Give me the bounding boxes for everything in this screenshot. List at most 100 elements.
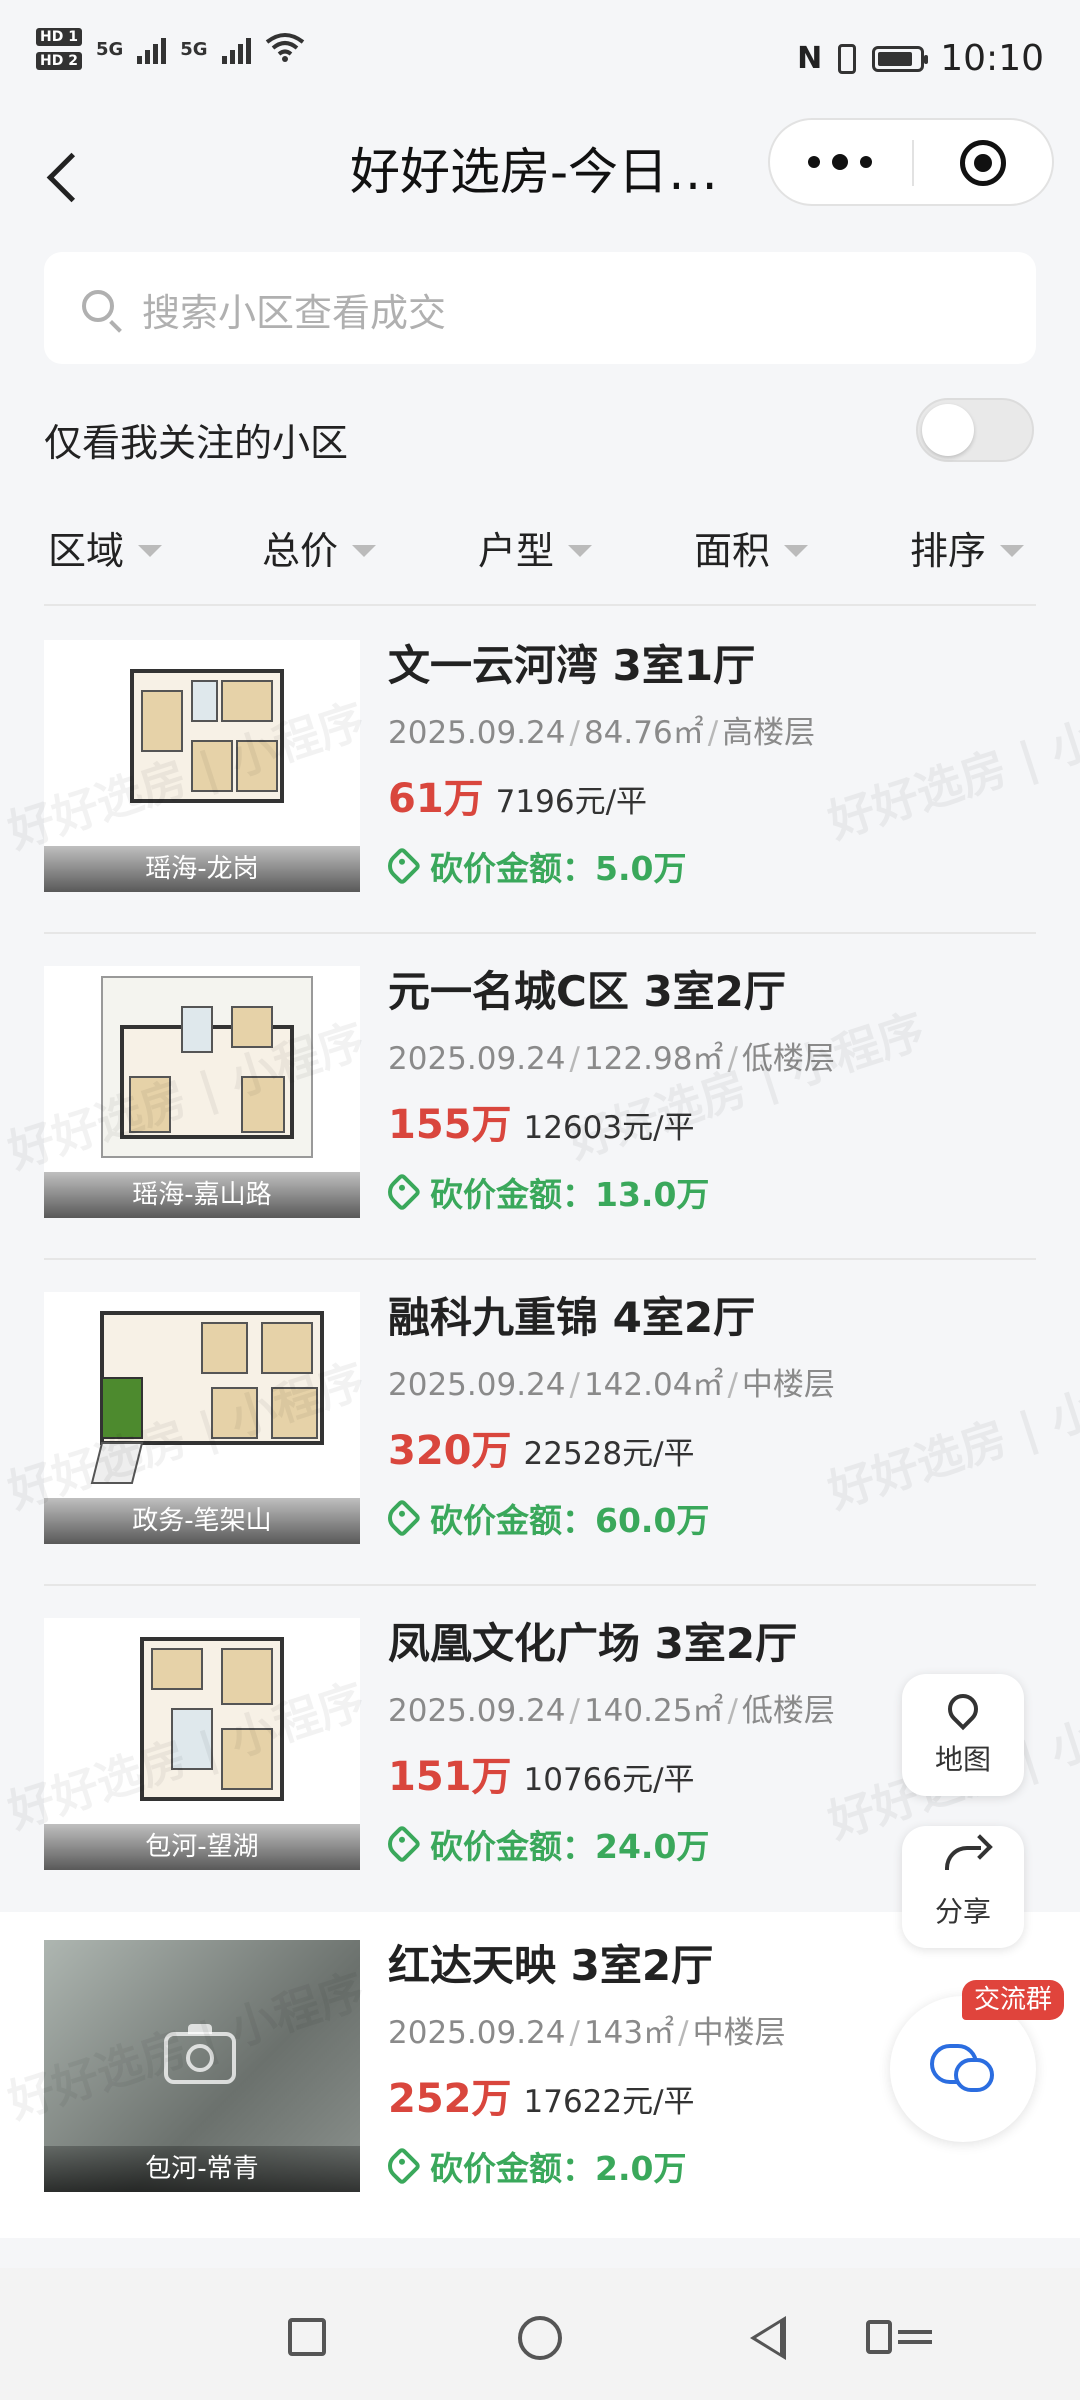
- chat-bubble-icon: [954, 2058, 994, 2092]
- bargain-amount: 砍价金额：2.0万: [382, 2142, 1048, 2190]
- listing-meta: 2025.09.24/84.76㎡ / 高楼层: [388, 715, 816, 751]
- listing-title: 融科九重锦 4室2厅: [388, 1293, 756, 1342]
- network1-label: 5G: [95, 38, 124, 60]
- deal-date: 2025.09.24: [388, 1693, 566, 1729]
- price-tag-icon: [382, 2146, 422, 2186]
- price-tag-icon: [382, 1172, 422, 1212]
- caret-down-icon: [138, 544, 163, 557]
- total-price: 61万: [388, 776, 484, 822]
- listing-area: 122.98㎡: [583, 1041, 724, 1077]
- divider: [44, 1258, 1036, 1260]
- bargain-amount: 砍价金额：5.0万: [382, 842, 1048, 890]
- follow-filter-toggle[interactable]: [916, 398, 1034, 462]
- price-tag-icon: [382, 1498, 422, 1538]
- unit-price: 22528元/平: [523, 1436, 695, 1472]
- group-badge[interactable]: 交流群: [962, 1980, 1065, 2020]
- home-icon[interactable]: [518, 2316, 562, 2360]
- more-dots-icon[interactable]: [790, 120, 890, 204]
- floorplan-image: 瑶海-龙岗: [44, 640, 360, 892]
- filter-label: 排序: [910, 529, 987, 573]
- filter-total-price[interactable]: 总价: [262, 520, 377, 575]
- total-price: 252万: [388, 2076, 512, 2122]
- bargain-text: 砍价金额：5.0万: [430, 849, 687, 888]
- bargain-text: 砍价金额：60.0万: [430, 1501, 710, 1540]
- filter-layout[interactable]: 户型: [478, 520, 593, 575]
- listing-info: 文一云河湾 3室1厅 2025.09.24/84.76㎡ / 高楼层 61万 7196…: [382, 632, 1048, 890]
- price-line: 320万 22528元/平: [388, 1418, 1048, 1476]
- listing-card[interactable]: 瑶海-嘉山路 元一名城C区 3室2厅 2025.09.24/122.98㎡ / 低楼…: [0, 938, 1080, 1264]
- bargain-amount: 砍价金额：60.0万: [382, 1494, 1048, 1542]
- network2-label: 5G: [180, 38, 208, 60]
- caret-down-icon: [568, 544, 593, 557]
- listing-meta: 2025.09.24/142.04㎡ / 中楼层: [388, 1367, 835, 1403]
- menu-icon[interactable]: [866, 2320, 932, 2354]
- listing-area: 140.25㎡: [583, 1693, 724, 1729]
- target-circle-icon[interactable]: [960, 140, 1006, 186]
- bargain-amount: 砍价金额：13.0万: [382, 1168, 1048, 1216]
- nfc-icon: N: [797, 41, 823, 76]
- location-caption: 瑶海-嘉山路: [44, 1172, 360, 1218]
- caret-down-icon: [352, 544, 377, 557]
- deal-date: 2025.09.24: [388, 1041, 566, 1077]
- camera-icon: [164, 2024, 236, 2084]
- listing-card[interactable]: 瑶海-龙岗 文一云河湾 3室1厅 2025.09.24/84.76㎡ / 高楼层 6…: [0, 612, 1080, 938]
- listing-info: 融科九重锦 4室2厅 2025.09.24/142.04㎡ / 中楼层 320万 22…: [382, 1284, 1048, 1542]
- filter-label: 区域: [48, 529, 125, 573]
- wifi-icon: [265, 32, 305, 67]
- filter-label: 户型: [478, 529, 555, 573]
- status-left: HD 1 HD 2 5G 5G: [36, 28, 305, 70]
- nav-bar: 好好选房-今日…: [0, 118, 1080, 238]
- floorplan-image: 瑶海-嘉山路: [44, 966, 360, 1218]
- search-icon: [82, 290, 114, 322]
- listing-card[interactable]: 政务-笔架山 融科九重锦 4室2厅 2025.09.24/142.04㎡ / 中楼层…: [0, 1264, 1080, 1590]
- price-line: 61万 7196元/平: [388, 766, 1048, 824]
- listing-floor: 高楼层: [722, 715, 816, 751]
- filter-label: 总价: [262, 529, 339, 573]
- divider: [44, 932, 1036, 934]
- deal-date: 2025.09.24: [388, 1367, 566, 1403]
- filter-region[interactable]: 区域: [48, 520, 163, 575]
- price-line: 155万 12603元/平: [388, 1092, 1048, 1150]
- sim1-label: HD 1: [36, 28, 82, 46]
- location-caption: 瑶海-龙岗: [44, 846, 360, 892]
- capsule-divider: [912, 140, 914, 186]
- system-nav-bar: [0, 2268, 1080, 2400]
- filter-sort[interactable]: 排序: [910, 520, 1025, 575]
- map-button[interactable]: 地图: [902, 1674, 1024, 1796]
- filter-bar: 区域 总价 户型 面积 排序: [0, 520, 1080, 580]
- battery-icon: [872, 45, 929, 72]
- back-triangle-icon[interactable]: [750, 2316, 786, 2360]
- listing-area: 84.76㎡: [583, 715, 704, 751]
- recent-apps-icon[interactable]: [288, 2318, 326, 2356]
- chevron-left-icon[interactable]: [40, 138, 90, 218]
- caret-down-icon: [1000, 544, 1025, 557]
- listing-floor: 低楼层: [741, 1041, 835, 1077]
- share-button[interactable]: 分享: [902, 1826, 1024, 1948]
- blurred-photo: 包河-常青: [44, 1940, 360, 2192]
- share-icon: [943, 1846, 983, 1886]
- clock: 10:10: [940, 38, 1044, 79]
- search-placeholder: 搜索小区查看成交: [142, 291, 447, 335]
- miniprogram-capsule: [768, 118, 1054, 206]
- listing-area: 142.04㎡: [583, 1367, 724, 1403]
- filter-area[interactable]: 面积: [694, 520, 809, 575]
- listing-area: 143㎡: [583, 2015, 675, 2051]
- toggle-knob: [922, 404, 974, 456]
- page-title: 好好选房-今日…: [350, 143, 719, 201]
- bargain-text: 砍价金额：24.0万: [430, 1827, 710, 1866]
- bargain-text: 砍价金额：2.0万: [430, 2149, 687, 2188]
- listing-title: 凤凰文化广场 3室2厅: [388, 1619, 798, 1668]
- listing-info: 元一名城C区 3室2厅 2025.09.24/122.98㎡ / 低楼层 155万 1…: [382, 958, 1048, 1216]
- price-tag-icon: [382, 846, 422, 886]
- deal-date: 2025.09.24: [388, 715, 566, 751]
- status-right: N 10:10: [797, 38, 1044, 79]
- unit-price: 12603元/平: [523, 1110, 695, 1146]
- unit-price: 17622元/平: [523, 2084, 695, 2120]
- vibrate-icon: [838, 43, 857, 74]
- listing-title: 元一名城C区 3室2厅: [388, 967, 786, 1016]
- floorplan-image: 包河-望湖: [44, 1618, 360, 1870]
- follow-filter-label: 仅看我关注的小区: [44, 421, 349, 465]
- unit-price: 10766元/平: [523, 1762, 695, 1798]
- total-price: 155万: [388, 1102, 512, 1148]
- search-input[interactable]: 搜索小区查看成交: [44, 252, 1036, 364]
